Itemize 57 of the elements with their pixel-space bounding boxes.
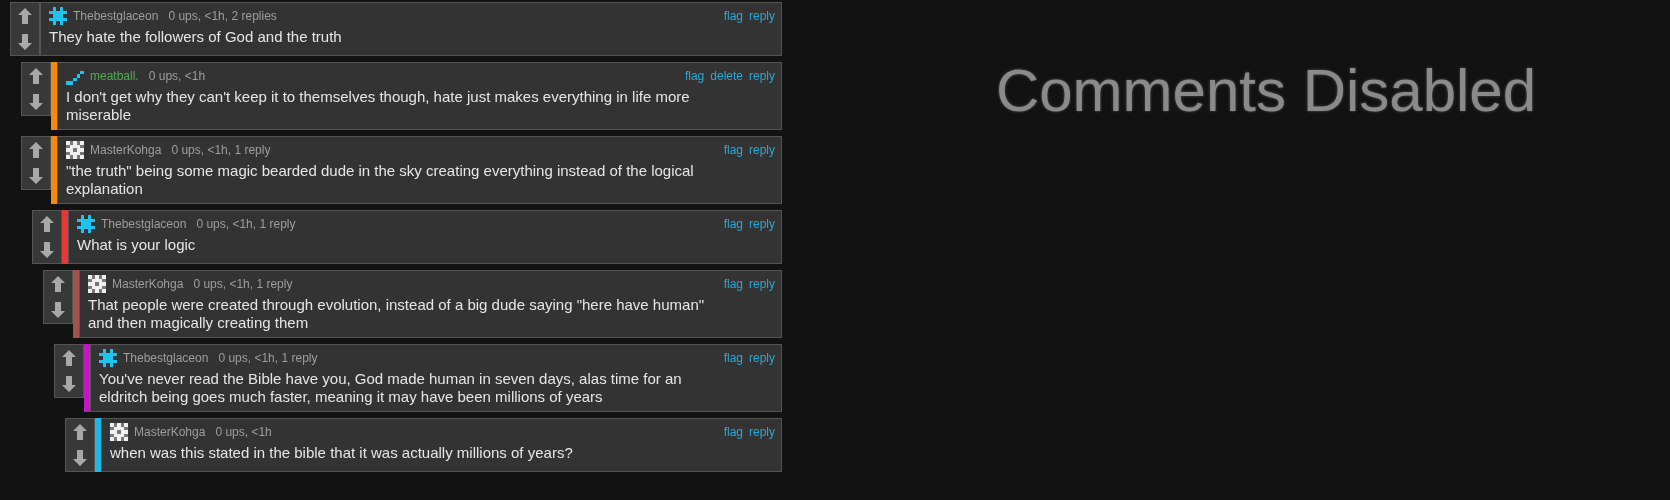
comment-meta: 0 ups, <1h, 1 reply (193, 277, 293, 291)
down-arrow-icon (40, 242, 54, 258)
comment-author[interactable]: MasterKohga (112, 277, 184, 291)
comment-text: You've never read the Bible have you, God made human in seven days, alas time for an eldritch being goes much faster, meaning it may have been millions of years (99, 370, 683, 406)
comment-text: What is your logic (77, 236, 197, 254)
avatar-icon (66, 141, 84, 159)
comment-author[interactable]: meatball. (90, 69, 139, 83)
comment-action-link[interactable]: flag (723, 277, 743, 291)
down-arrow-icon (29, 168, 43, 184)
comment-text: I don't get why they can't keep it to themselves though, hate just makes everything in life more miserable (66, 88, 691, 124)
down-arrow-icon (51, 302, 65, 318)
comment-author[interactable]: MasterKohga (90, 143, 162, 157)
up-arrow-icon (18, 8, 32, 24)
comment-meta: 0 ups, <1h, 2 replies (168, 9, 277, 23)
comment-meta: 0 ups, <1h, 1 reply (171, 143, 271, 157)
comment-action-link[interactable]: reply (749, 425, 775, 439)
up-arrow-icon (51, 276, 65, 292)
up-arrow-icon (62, 350, 76, 366)
comment-meta: 0 ups, <1h, 1 reply (218, 351, 318, 365)
comment-action-link[interactable]: flag (723, 425, 743, 439)
comment-action-link[interactable]: flag (723, 217, 743, 231)
comment-action-link[interactable]: reply (749, 277, 775, 291)
comment-author[interactable]: Thebestglaceon (123, 351, 209, 365)
comment-author[interactable]: Thebestglaceon (101, 217, 187, 231)
comment-action-link[interactable]: flag (723, 9, 743, 23)
down-arrow-icon (29, 94, 43, 110)
avatar-icon (110, 423, 128, 441)
comment-author[interactable]: MasterKohga (134, 425, 206, 439)
comment-meta: 0 ups, <1h, 1 reply (196, 217, 296, 231)
down-arrow-icon (18, 34, 32, 50)
comment-action-link[interactable]: reply (749, 143, 775, 157)
comment-meta: 0 ups, <1h (215, 425, 272, 439)
down-arrow-icon (62, 376, 76, 392)
comment-action-link[interactable]: reply (749, 69, 775, 83)
comment-text: "the truth" being some magic bearded dude in the sky creating everything instead of the logical explanation (66, 162, 695, 198)
up-arrow-icon (29, 142, 43, 158)
comments-disabled-notice: Comments Disabled (995, 56, 1537, 126)
comment-text: That people were created through evolution, instead of a big dude saying "here have human" and then magically creating them (88, 296, 706, 332)
up-arrow-icon (40, 216, 54, 232)
down-arrow-icon (73, 450, 87, 466)
comment-action-link[interactable]: delete (710, 69, 743, 83)
up-arrow-icon (73, 424, 87, 440)
avatar-icon (49, 7, 67, 25)
comment-author[interactable]: Thebestglaceon (73, 9, 159, 23)
comment-action-link[interactable]: flag (723, 143, 743, 157)
avatar-icon (77, 215, 95, 233)
comment-text: when was this stated in the bible that it was actually millions of years? (110, 444, 574, 462)
avatar-icon (88, 275, 106, 293)
comment-action-link[interactable]: reply (749, 351, 775, 365)
comment-action-link[interactable]: flag (684, 69, 705, 83)
comment-action-link[interactable]: reply (749, 217, 775, 231)
comment-meta: 0 ups, <1h (148, 69, 206, 83)
avatar-icon (99, 349, 117, 367)
comment-text: They hate the followers of God and the truth (49, 28, 343, 46)
comment-action-link[interactable]: flag (723, 351, 743, 365)
comment-action-link[interactable]: reply (749, 9, 775, 23)
up-arrow-icon (29, 68, 43, 84)
